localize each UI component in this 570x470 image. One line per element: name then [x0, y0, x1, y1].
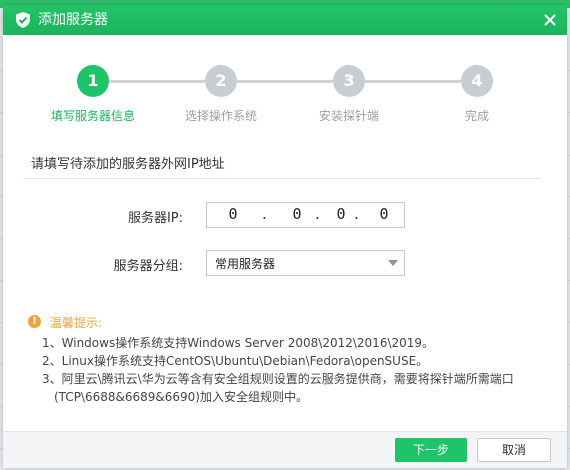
warning-icon: ! — [28, 315, 41, 328]
dialog-footer: 下一步 取消 — [3, 431, 567, 468]
server-ip-input[interactable]: 0 . 0 . 0 . 0 — [206, 202, 405, 228]
step-1-label: 填写服务器信息 — [50, 109, 135, 123]
ip-octet-1[interactable]: 0 — [221, 205, 245, 223]
step-4-circle: 4 — [461, 65, 493, 97]
tip-line-3-cont: (TCP\6688&6689&6690)加入安全组规则中。 — [54, 390, 308, 404]
ip-dot: . — [354, 205, 359, 223]
close-icon[interactable] — [539, 9, 561, 31]
ip-dot: . — [315, 205, 320, 223]
server-group-value: 常用服务器 — [215, 257, 276, 271]
progress-stepper: 1 2 3 4 填写服务器信息 选择操作系统 安装探针端 完成 — [3, 35, 567, 130]
step-1-circle: 1 — [77, 65, 109, 97]
tip-line-3: 3、阿里云\腾讯云\华为云等含有安全组规则设置的云服务提供商，需要将探针端所需端… — [42, 372, 514, 386]
ip-dot: . — [262, 205, 267, 223]
dialog-titlebar: 添加服务器 — [3, 5, 567, 35]
step-2-circle: 2 — [205, 65, 237, 97]
section-title: 请填写待添加的服务器外网IP地址 — [31, 157, 225, 172]
step-4-label: 完成 — [464, 109, 489, 123]
tips-title: 温馨提示: — [50, 316, 103, 330]
cancel-button[interactable]: 取消 — [477, 438, 551, 462]
step-3-label: 安装探针端 — [318, 109, 379, 123]
server-group-select[interactable]: 常用服务器 — [206, 250, 405, 276]
add-server-dialog: 添加服务器 1 2 3 4 填写服务器信息 选择操作系统 安装探针端 完成 请填… — [3, 5, 567, 468]
shield-check-icon — [16, 12, 30, 28]
ip-octet-4[interactable]: 0 — [372, 205, 396, 223]
tip-line-1: 1、Windows操作系统支持Windows Server 2008\2012\… — [42, 336, 435, 350]
dialog-title: 添加服务器 — [38, 12, 108, 28]
step-connector — [365, 80, 461, 83]
server-group-label: 服务器分组: — [113, 259, 183, 274]
ip-octet-3[interactable]: 0 — [329, 205, 353, 223]
chevron-down-icon[interactable] — [388, 260, 398, 266]
ip-octet-2[interactable]: 0 — [285, 205, 309, 223]
tip-line-2: 2、Linux操作系统支持CentOS\Ubuntu\Debian\Fedora… — [42, 354, 429, 368]
server-ip-label: 服务器IP: — [127, 211, 183, 226]
step-2-label: 选择操作系统 — [184, 109, 257, 123]
step-connector — [237, 80, 333, 83]
step-connector — [109, 80, 205, 83]
section-divider — [23, 178, 541, 179]
step-3-circle: 3 — [333, 65, 365, 97]
next-button[interactable]: 下一步 — [395, 438, 467, 462]
